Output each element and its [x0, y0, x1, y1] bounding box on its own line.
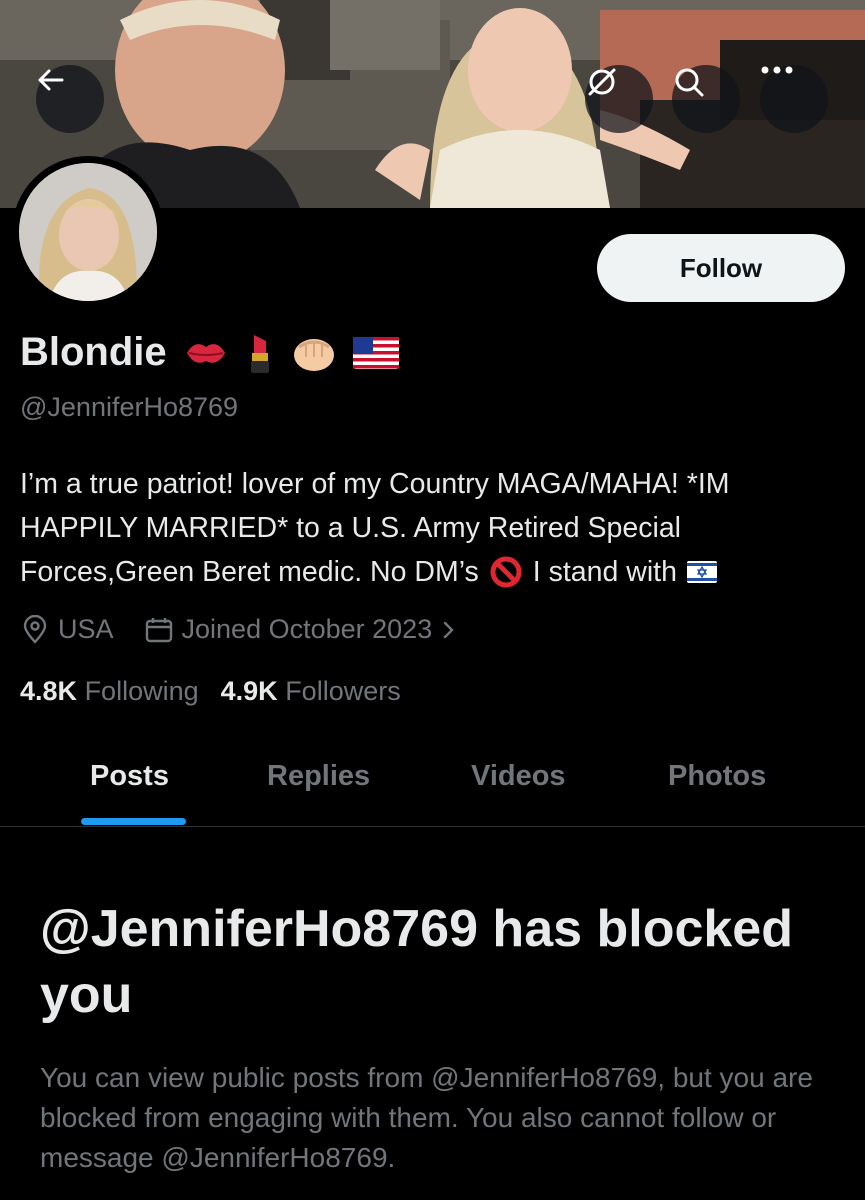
follow-stats: 4.8K Following 4.9K Followers — [20, 676, 401, 707]
bio-line-1: I’m a true patriot! lover of my Country … — [20, 468, 730, 500]
arrow-left-icon — [38, 69, 64, 91]
location-item: USA — [20, 614, 114, 645]
joined-item[interactable]: Joined October 2023 — [144, 614, 459, 645]
israel-flag-emoji — [686, 561, 717, 583]
lipstick-emoji — [245, 331, 275, 375]
more-dots-icon — [761, 66, 793, 74]
following-link[interactable]: 4.8K Following — [20, 676, 199, 707]
back-button[interactable] — [36, 65, 104, 133]
followers-link[interactable]: 4.9K Followers — [221, 676, 401, 707]
chevron-right-icon — [444, 621, 454, 638]
profile-bio: I’m a true patriot! lover of my Country … — [20, 462, 850, 594]
blocked-description: You can view public posts from @Jennifer… — [40, 1062, 813, 1173]
display-name: Blondie — [20, 330, 167, 374]
tab-videos[interactable]: Videos — [471, 760, 566, 793]
blocked-title: @JenniferHo8769 has blocked you — [40, 900, 793, 1024]
prohibited-emoji — [489, 555, 523, 589]
following-count: 4.8K — [20, 676, 78, 706]
calendar-icon — [145, 617, 172, 642]
profile-handle: @JenniferHo8769 — [20, 392, 239, 422]
followers-count: 4.9K — [220, 676, 278, 706]
tab-replies[interactable]: Replies — [267, 760, 370, 793]
us-flag-emoji — [352, 336, 399, 369]
kiss-mark-emoji — [183, 335, 229, 371]
translate-button[interactable] — [585, 65, 653, 133]
following-label: Following — [84, 676, 199, 706]
fist-emoji — [291, 333, 337, 373]
bio-line-3: Forces,Green Beret medic. No DM’s — [20, 556, 479, 588]
tab-posts[interactable]: Posts — [90, 760, 169, 793]
display-name-row: Blondie — [20, 330, 399, 375]
profile-avatar[interactable] — [12, 156, 164, 308]
avatar-photo — [19, 163, 157, 301]
joined-text: Joined October 2023 — [181, 614, 433, 644]
profile-tabs: Posts Replies Videos Photos — [0, 740, 865, 827]
translate-off-icon — [588, 68, 616, 96]
followers-label: Followers — [285, 676, 401, 706]
search-button[interactable] — [672, 65, 740, 133]
profile-meta: USA Joined October 2023 — [20, 614, 458, 645]
active-tab-indicator — [81, 818, 186, 825]
follow-button[interactable]: Follow — [597, 234, 845, 302]
location-pin-icon — [23, 614, 47, 644]
location-text: USA — [58, 614, 114, 644]
bio-line-4: I stand with — [532, 556, 677, 588]
tab-photos[interactable]: Photos — [668, 760, 766, 793]
search-icon — [675, 68, 704, 97]
bio-line-2: HAPPILY MARRIED* to a U.S. Army Retired … — [20, 512, 682, 544]
more-options-button[interactable] — [760, 65, 828, 133]
